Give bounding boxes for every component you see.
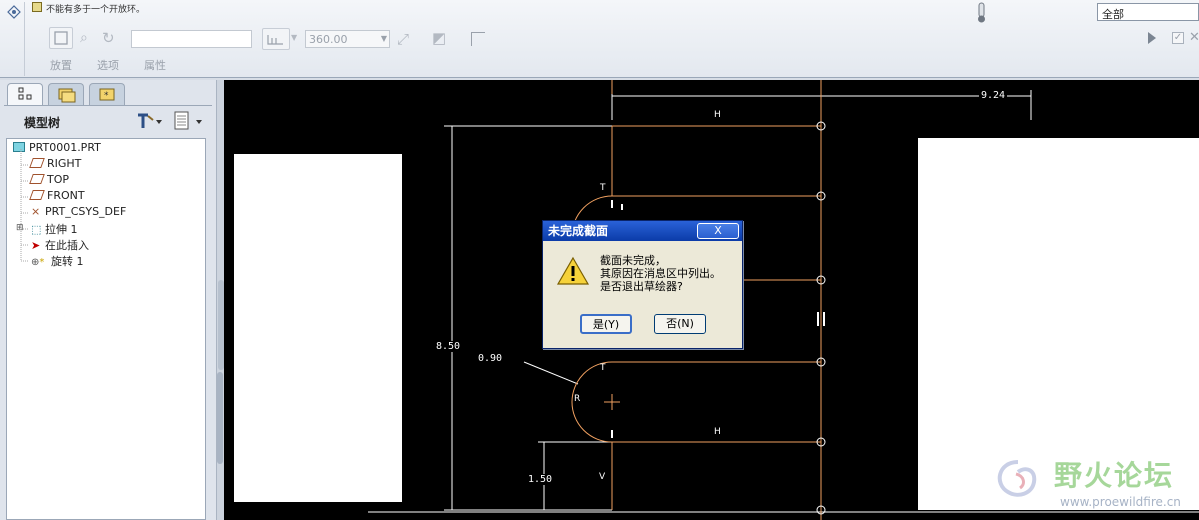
extrude-icon: ⬚ <box>31 223 42 236</box>
incomplete-section-dialog: 未完成截面 X 截面未完成， 其原因在消息区中列出。 是否退出草绘器? 是(Y)… <box>542 220 743 349</box>
dimension-height[interactable]: 8.50 <box>436 341 461 352</box>
angle-value: 360.00 <box>309 33 348 46</box>
tab-placement[interactable]: 放置 <box>50 57 72 73</box>
angle-select-arrow[interactable]: ▼ <box>381 34 387 43</box>
tree-item-revolve[interactable]: ⊕* 旋转 1 <box>31 253 84 269</box>
dimension-radius[interactable]: 0.90 <box>478 353 503 364</box>
sketch-icon[interactable] <box>4 3 26 21</box>
dialog-message-line3: 是否退出草绘器? <box>600 280 683 293</box>
forum-logo-icon <box>988 454 1048 507</box>
no-button[interactable]: 否(N) <box>654 314 706 334</box>
csys-icon: ⨯ <box>31 205 41 218</box>
close-icon: X <box>714 224 722 237</box>
settings-icon[interactable] <box>134 110 164 135</box>
tab-folder-browser[interactable] <box>48 83 84 105</box>
angle-option-button[interactable] <box>262 28 290 50</box>
tab-properties[interactable]: 属性 <box>144 57 166 73</box>
tree-item-extrude[interactable]: ⬚ 拉伸 1 <box>31 221 78 237</box>
dimension-top[interactable]: 9.24 <box>979 90 1008 101</box>
scrollbar-thumb[interactable] <box>217 372 223 464</box>
tree-item-top[interactable]: TOP <box>29 173 69 186</box>
angle-dropdown-arrow[interactable]: ▼ <box>291 33 297 42</box>
constraint-v: V <box>599 472 606 482</box>
warning-icon <box>556 256 590 289</box>
close-button[interactable]: X <box>697 223 739 239</box>
panel-splitter[interactable] <box>216 80 224 520</box>
constraint-t-upper: T <box>600 183 606 193</box>
tree-item-csys[interactable]: ⨯ PRT_CSYS_DEF <box>31 205 126 218</box>
forum-url-text: www.proewildfire.cn <box>1060 495 1181 509</box>
play-icon[interactable] <box>1148 32 1156 44</box>
toolbar-divider <box>24 2 25 76</box>
constraint-h-top: H <box>714 110 721 120</box>
flip-angle-icon[interactable]: ⤢ <box>397 30 409 48</box>
angle-input[interactable]: 360.00 ▼ <box>305 30 390 48</box>
tree-item-right[interactable]: RIGHT <box>29 157 81 170</box>
tree-item-insert-here[interactable]: ➤ 在此插入 <box>31 237 89 253</box>
dialog-body: 截面未完成， 其原因在消息区中列出。 是否退出草绘器? 是(Y) 否(N) <box>546 244 739 346</box>
revolve-icon: ⊕* <box>31 257 45 268</box>
tab-favorites[interactable]: * <box>89 83 125 105</box>
remove-material-icon[interactable] <box>471 32 485 46</box>
solid-button[interactable] <box>49 27 73 49</box>
cancel-icon[interactable]: ✕ <box>1189 30 1199 45</box>
tab-underline <box>4 105 212 106</box>
filter-select[interactable]: 全部 <box>1097 3 1199 21</box>
constraint-t-lower: T <box>600 363 606 373</box>
ok-checkbox[interactable]: ✓ <box>1172 32 1184 44</box>
show-icon[interactable] <box>172 110 206 135</box>
tree-item-front[interactable]: FRONT <box>29 189 85 202</box>
tab-model-tree[interactable] <box>7 83 43 105</box>
filter-value: 全部 <box>1102 8 1124 21</box>
thermometer-icon <box>975 2 989 27</box>
surface-icon[interactable]: ⌕ <box>80 30 88 46</box>
navigator-panel: * 模型树 PRT0001.PRT RIGHT TOP FRONT ⨯ PRT_C… <box>0 80 216 520</box>
constraint-r: R <box>574 394 581 404</box>
yes-button[interactable]: 是(Y) <box>580 314 632 334</box>
flip-icon[interactable]: ↻ <box>102 29 115 47</box>
message-text: 不能有多于一个开放环。 <box>46 5 146 15</box>
thicken-icon[interactable]: ◩ <box>432 29 446 47</box>
insert-arrow-icon: ➤ <box>31 239 41 252</box>
dimension-bottom[interactable]: 1.50 <box>528 474 553 485</box>
dashboard-toolbar: 不能有多于一个开放环。 ⌕ ↻ ▼ 360.00 ▼ ⤢ ◩ 放置 选项 属性 … <box>0 0 1199 78</box>
svg-text:*: * <box>104 91 109 101</box>
depth-input[interactable] <box>131 30 252 48</box>
tree-connector-lines <box>20 149 29 262</box>
forum-brand-text: 野火论坛 <box>1054 459 1175 492</box>
model-tree-title: 模型树 <box>24 116 61 130</box>
constraint-h-bottom: H <box>714 427 721 437</box>
message-icon <box>32 2 42 12</box>
tab-options[interactable]: 选项 <box>97 57 119 73</box>
model-tree: PRT0001.PRT RIGHT TOP FRONT ⨯ PRT_CSYS_DE… <box>6 138 206 520</box>
